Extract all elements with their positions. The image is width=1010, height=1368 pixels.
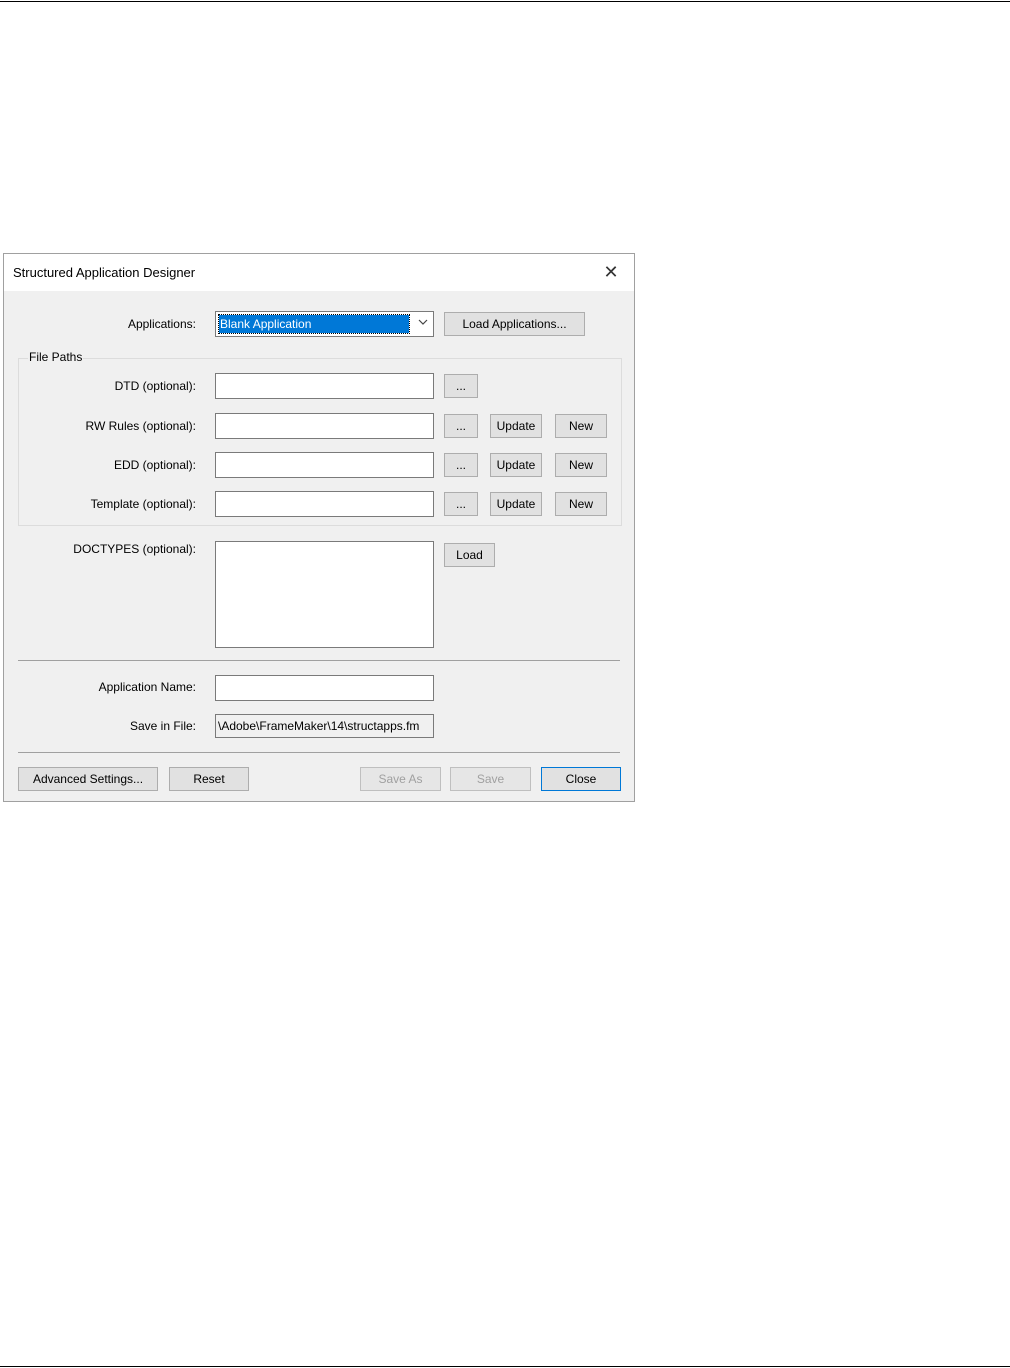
close-button[interactable]: Close: [541, 767, 621, 791]
edd-update-button[interactable]: Update: [490, 453, 542, 477]
separator: [18, 660, 620, 661]
structured-application-designer-dialog: Structured Application Designer ✕ Applic…: [3, 253, 635, 802]
page-bottom-rule: [0, 1366, 1010, 1367]
save-in-file-value: \Adobe\FrameMaker\14\structapps.fm: [218, 719, 420, 733]
applications-label: Applications:: [127, 317, 196, 331]
doctypes-list[interactable]: [215, 541, 434, 648]
save-button[interactable]: Save: [450, 767, 531, 791]
template-field[interactable]: [215, 491, 434, 517]
rw-rules-field[interactable]: [215, 413, 434, 439]
load-applications-button[interactable]: Load Applications...: [444, 312, 585, 336]
advanced-settings-button[interactable]: Advanced Settings...: [18, 767, 158, 791]
page-top-rule: [0, 1, 1010, 2]
file-paths-group-label: File Paths: [28, 350, 84, 364]
edd-new-button[interactable]: New: [555, 453, 607, 477]
separator: [18, 752, 620, 753]
dialog-title: Structured Application Designer: [13, 265, 196, 280]
rw-rules-new-button[interactable]: New: [555, 414, 607, 438]
rw-rules-browse-button[interactable]: ...: [444, 414, 478, 438]
edd-browse-button[interactable]: ...: [444, 453, 478, 477]
edd-label: EDD (optional):: [113, 458, 196, 472]
application-name-label: Application Name:: [98, 680, 196, 694]
rw-rules-update-button[interactable]: Update: [490, 414, 542, 438]
reset-button[interactable]: Reset: [169, 767, 249, 791]
template-new-button[interactable]: New: [555, 492, 607, 516]
applications-dropdown[interactable]: Blank Application: [215, 311, 434, 337]
close-icon[interactable]: ✕: [596, 260, 626, 284]
save-in-file-label: Save in File:: [129, 719, 196, 733]
save-as-button[interactable]: Save As: [360, 767, 441, 791]
applications-selected-value: Blank Application: [218, 314, 410, 334]
doctypes-label: DOCTYPES (optional):: [73, 542, 196, 556]
rw-rules-label: RW Rules (optional):: [85, 419, 196, 433]
template-browse-button[interactable]: ...: [444, 492, 478, 516]
dtd-field[interactable]: [215, 373, 434, 399]
edd-field[interactable]: [215, 452, 434, 478]
dtd-browse-button[interactable]: ...: [444, 374, 478, 398]
doctypes-load-button[interactable]: Load: [444, 543, 495, 567]
chevron-down-icon[interactable]: [417, 315, 429, 333]
application-name-field[interactable]: [215, 675, 434, 701]
template-label: Template (optional):: [90, 497, 196, 511]
title-bar: Structured Application Designer ✕: [4, 254, 634, 291]
template-update-button[interactable]: Update: [490, 492, 542, 516]
save-in-file-field[interactable]: \Adobe\FrameMaker\14\structapps.fm: [215, 714, 434, 738]
dtd-label: DTD (optional):: [114, 379, 196, 393]
